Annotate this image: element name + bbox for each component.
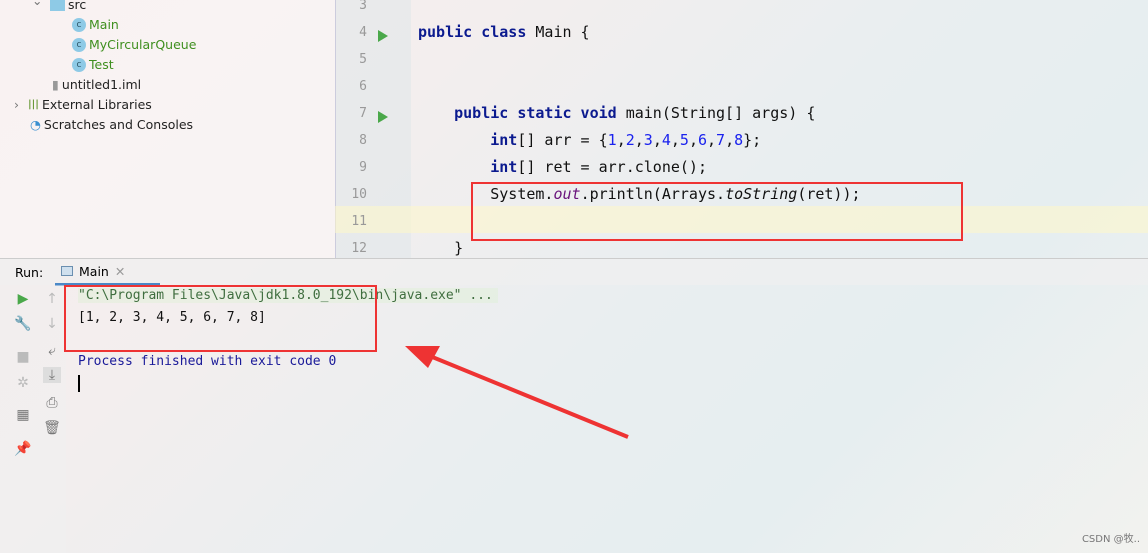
code-token: , [616,131,626,149]
tree-item[interactable]: ⌄ src [32,0,87,15]
trash-icon[interactable]: 🗑 [43,420,61,436]
wrench-icon[interactable]: 🔧 [14,316,32,332]
tree-item-label: src [68,0,87,12]
folder-icon [50,0,65,11]
pin-icon[interactable]: 📌 [14,441,32,457]
tree-item-label: MyCircularQueue [89,37,197,52]
watermark: CSDN @牧.. [1081,534,1140,545]
line-number: 8 [359,133,367,148]
code-token: main(String[] args) { [625,104,816,122]
project-tree: ⌄ src c Main c MyCircularQueue c Test ▮ untitled1… [0,0,335,258]
scroll-to-end-icon[interactable]: ⤓ [43,367,61,383]
line-number: 5 [359,52,367,67]
code-token: public static void [418,104,626,122]
code-token: 7 [716,131,726,149]
code-line: public static void main(String[] args) { [418,104,815,122]
tree-item-label: External Libraries [41,97,152,112]
line-number: 3 [359,0,367,13]
line-number: 7 [359,106,367,121]
code-token: 4 [661,131,671,149]
tree-item[interactable]: › ||| External Libraries [14,95,152,115]
code-token: [] arr = { [517,131,608,149]
tree-item[interactable]: ▮ untitled1.iml [52,75,141,95]
run-toolbar: Run: Main ✕ [0,258,1148,286]
libraries-icon: ||| [28,99,39,110]
tree-item-label: untitled1.iml [61,77,142,92]
line-number: 6 [359,79,367,94]
tree-item[interactable]: c MyCircularQueue [72,35,196,55]
annotation-box-output [64,285,377,352]
code-token: , [634,131,644,149]
tree-item[interactable]: ◔ Scratches and Consoles [30,115,193,135]
code-token: 1 [607,131,617,149]
print-icon[interactable]: ⎙ [43,395,61,411]
code-token: 2 [625,131,635,149]
code-line: } [418,239,463,257]
code-token: [] ret = arr.clone(); [517,158,707,176]
tree-item[interactable]: c Main [72,15,119,35]
code-token: , [670,131,680,149]
tree-item-label: Main [89,17,119,32]
code-token: , [688,131,698,149]
tab-main[interactable]: Main ✕ [55,259,160,286]
run-gutter-icon[interactable] [378,30,388,42]
code-line: int[] arr = {1,2,3,4,5,6,7,8}; [418,131,761,149]
line-number: 10 [351,187,367,202]
code-token: , [707,131,717,149]
soft-wrap-icon[interactable]: ⤶ [43,343,61,359]
annotation-arrow [405,346,629,439]
close-icon[interactable]: ✕ [115,264,125,279]
run-label: Run: [15,265,44,280]
code-line: int[] ret = arr.clone(); [418,158,707,176]
scratches-icon: ◔ [30,117,41,132]
rerun-icon[interactable]: ▶ [14,291,32,307]
code-line: public class Main { [418,23,590,41]
code-token: public class [418,23,536,41]
line-number: 4 [359,25,367,40]
annotation-box-code [471,182,963,241]
console-exit-message: Process finished with exit code 0 [78,354,337,369]
java-class-icon: c [72,58,86,72]
line-number: 12 [351,241,367,256]
tree-item-label: Test [89,57,114,72]
code-token: } [418,239,464,257]
code-token: , [725,131,735,149]
file-icon: ▮ [52,77,59,92]
tab-label: Main [79,263,109,279]
code-token: int [418,131,518,149]
chevron-right-icon[interactable]: › [14,95,19,115]
code-token: }; [743,131,762,149]
code-token: 8 [734,131,744,149]
text-cursor [78,375,80,392]
tree-item[interactable]: c Test [72,55,114,75]
down-arrow-icon[interactable]: ↓ [43,316,61,332]
stop-icon[interactable]: ■ [14,349,32,365]
code-token: Main { [535,23,590,41]
code-token: 6 [697,131,707,149]
code-token: 5 [679,131,689,149]
code-token: 3 [643,131,653,149]
up-arrow-icon[interactable]: ↑ [43,291,61,307]
line-number: 11 [351,214,367,229]
java-class-icon: c [72,38,86,52]
line-number: 9 [359,160,367,175]
java-class-icon: c [72,18,86,32]
chevron-down-icon[interactable]: ⌄ [32,0,42,11]
run-tool-strip: ▶ 🔧 ■ ✲ ▦ 📌 ↑ ↓ ⤶ ⤓ ⎙ 🗑 [0,285,66,553]
code-token: , [652,131,662,149]
run-gutter-icon[interactable] [378,111,388,123]
tree-item-label: Scratches and Consoles [43,117,194,132]
code-token: int [418,158,518,176]
layout-icon[interactable]: ▦ [14,407,32,423]
console-icon [61,266,73,276]
debug-icon[interactable]: ✲ [14,375,32,391]
